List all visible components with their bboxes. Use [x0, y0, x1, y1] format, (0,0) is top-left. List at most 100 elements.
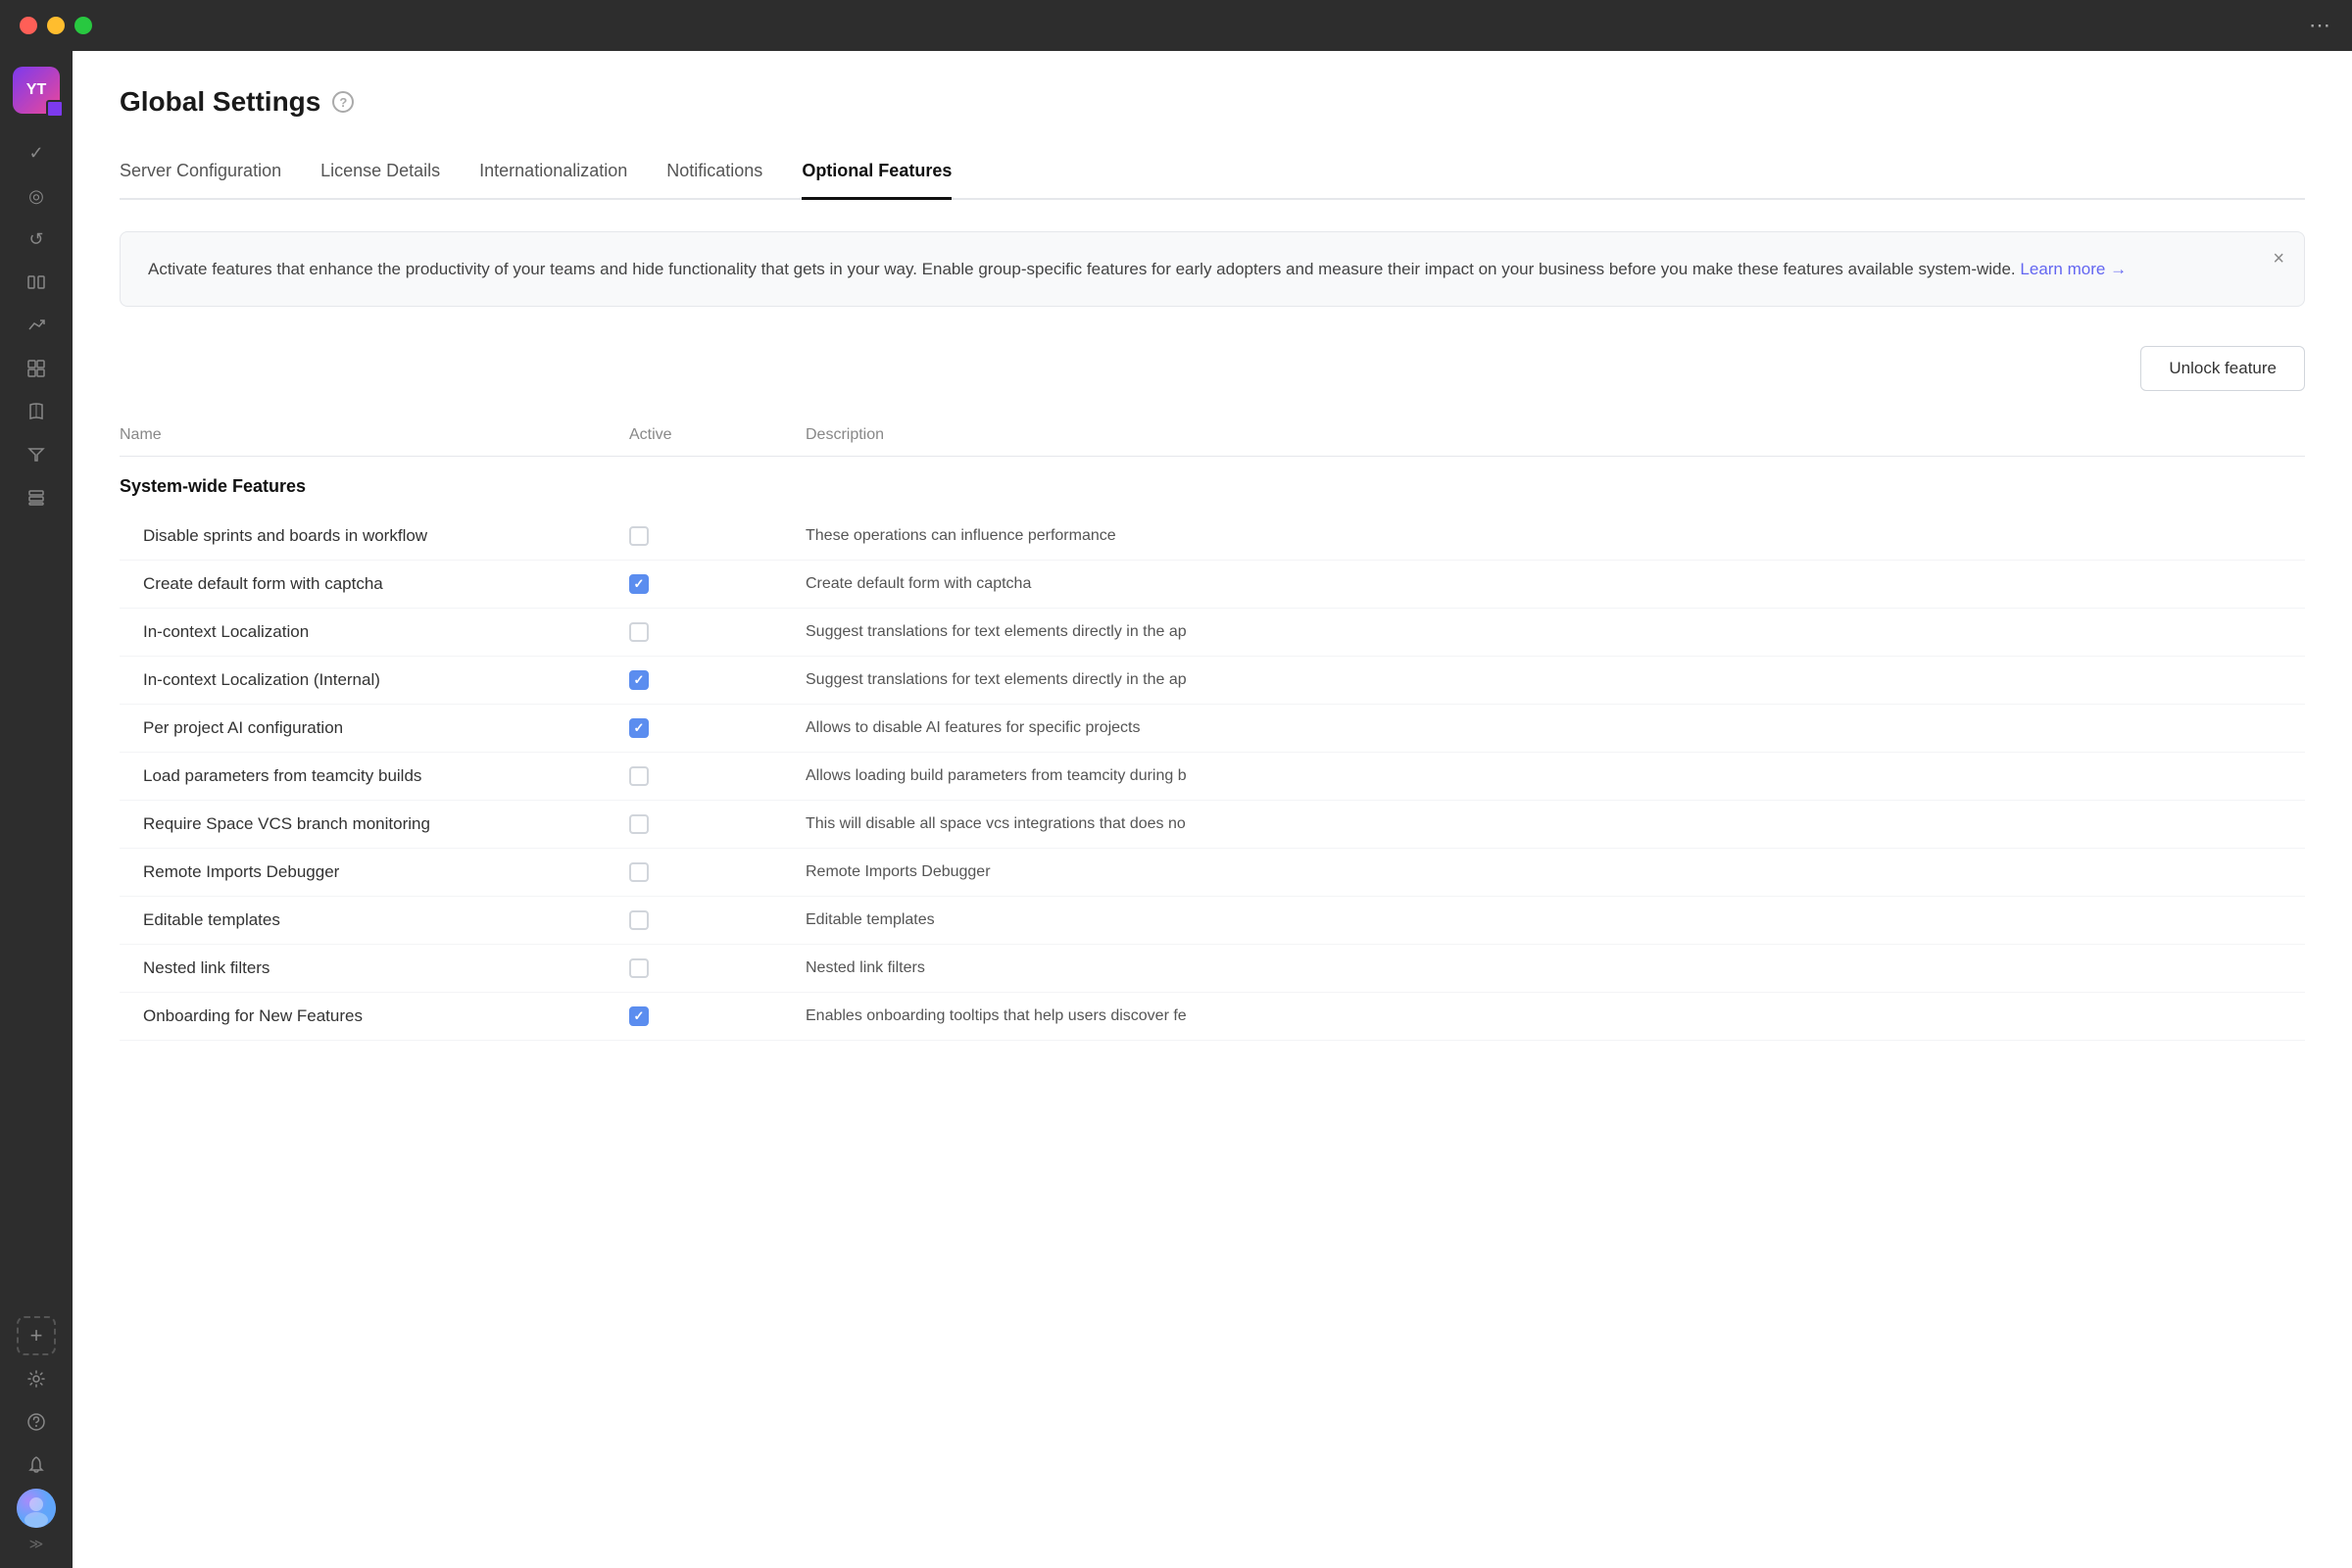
features-toolbar: Unlock feature — [120, 346, 2305, 391]
feature-active-cell — [629, 670, 806, 690]
feature-description: Remote Imports Debugger — [806, 863, 2305, 881]
feature-checkbox[interactable] — [629, 766, 649, 786]
feature-description: Allows loading build parameters from tea… — [806, 767, 2305, 785]
tab-license-details[interactable]: License Details — [320, 145, 440, 200]
sidebar-item-book[interactable] — [17, 392, 56, 431]
feature-checkbox[interactable] — [629, 526, 649, 546]
feature-checkbox[interactable] — [629, 670, 649, 690]
sidebar-item-grid[interactable] — [17, 349, 56, 388]
feature-name: Load parameters from teamcity builds — [120, 766, 629, 786]
feature-checkbox[interactable] — [629, 814, 649, 834]
feature-name: Per project AI configuration — [120, 718, 629, 738]
table-row: In-context Localization (Internal) Sugges… — [120, 657, 2305, 705]
app-logo[interactable]: YT — [13, 67, 60, 114]
info-banner-close-button[interactable]: × — [2273, 248, 2284, 270]
minimize-window-button[interactable] — [47, 17, 65, 34]
feature-active-cell — [629, 910, 806, 930]
col-header-active: Active — [629, 426, 806, 444]
main-content: Global Settings ? Server Configuration L… — [73, 51, 2352, 1568]
feature-description: This will disable all space vcs integrat… — [806, 815, 2305, 833]
feature-checkbox[interactable] — [629, 1006, 649, 1026]
col-header-description: Description — [806, 426, 2305, 444]
sidebar-item-columns[interactable] — [17, 263, 56, 302]
notifications-sidebar-icon[interactable] — [17, 1446, 56, 1485]
feature-checkbox[interactable] — [629, 718, 649, 738]
page-help-icon[interactable]: ? — [332, 91, 354, 113]
feature-active-cell — [629, 1006, 806, 1026]
sidebar-item-globe[interactable]: ◎ — [17, 176, 56, 216]
unlock-feature-button[interactable]: Unlock feature — [2140, 346, 2305, 391]
feature-name: Require Space VCS branch monitoring — [120, 814, 629, 834]
feature-active-cell — [629, 958, 806, 978]
info-banner: Activate features that enhance the produ… — [120, 231, 2305, 307]
table-row: Create default form with captcha Create d… — [120, 561, 2305, 609]
feature-checkbox[interactable] — [629, 622, 649, 642]
table-header: Name Active Description — [120, 415, 2305, 457]
page-title-area: Global Settings ? — [120, 86, 2305, 118]
feature-name: Disable sprints and boards in workflow — [120, 526, 629, 546]
feature-active-cell — [629, 526, 806, 546]
col-header-name: Name — [120, 426, 629, 444]
feature-rows-container: Disable sprints and boards in workflow Th… — [120, 513, 2305, 1041]
settings-tabs: Server Configuration License Details Int… — [120, 145, 2305, 200]
feature-description: Suggest translations for text elements d… — [806, 671, 2305, 689]
feature-active-cell — [629, 814, 806, 834]
feature-name: Create default form with captcha — [120, 574, 629, 594]
sidebar-item-chart[interactable] — [17, 306, 56, 345]
tab-server-configuration[interactable]: Server Configuration — [120, 145, 281, 200]
settings-icon[interactable] — [17, 1359, 56, 1398]
table-row: Per project AI configuration Allows to di… — [120, 705, 2305, 753]
help-sidebar-icon[interactable] — [17, 1402, 56, 1442]
table-row: Require Space VCS branch monitoring This … — [120, 801, 2305, 849]
table-row: Remote Imports Debugger Remote Imports De… — [120, 849, 2305, 897]
window-controls[interactable] — [20, 17, 92, 34]
feature-active-cell — [629, 862, 806, 882]
section-system-wide: System-wide Features — [120, 457, 2305, 513]
logo-text: YT — [26, 81, 46, 99]
feature-name: In-context Localization — [120, 622, 629, 642]
table-row: Onboarding for New Features Enables onboa… — [120, 993, 2305, 1041]
feature-description: Nested link filters — [806, 959, 2305, 977]
feature-checkbox[interactable] — [629, 958, 649, 978]
table-row: Disable sprints and boards in workflow Th… — [120, 513, 2305, 561]
feature-checkbox[interactable] — [629, 862, 649, 882]
info-banner-text: Activate features that enhance the produ… — [148, 260, 2016, 278]
page-title-text: Global Settings — [120, 86, 320, 118]
feature-description: Allows to disable AI features for specif… — [806, 719, 2305, 737]
sidebar: YT ✓ ◎ ↺ — [0, 51, 73, 1568]
feature-name: Nested link filters — [120, 958, 629, 978]
titlebar-menu-icon[interactable]: ⋯ — [2309, 13, 2332, 38]
add-project-button[interactable]: + — [17, 1316, 56, 1355]
tab-optional-features[interactable]: Optional Features — [802, 145, 952, 200]
feature-name: In-context Localization (Internal) — [120, 670, 629, 690]
feature-description: These operations can influence performan… — [806, 527, 2305, 545]
feature-description: Create default form with captcha — [806, 575, 2305, 593]
table-row: Nested link filters Nested link filters — [120, 945, 2305, 993]
table-row: Editable templates Editable templates — [120, 897, 2305, 945]
table-row: Load parameters from teamcity builds Allo… — [120, 753, 2305, 801]
maximize-window-button[interactable] — [74, 17, 92, 34]
feature-name: Remote Imports Debugger — [120, 862, 629, 882]
feature-checkbox[interactable] — [629, 574, 649, 594]
close-window-button[interactable] — [20, 17, 37, 34]
sidebar-item-check[interactable]: ✓ — [17, 133, 56, 172]
feature-description: Editable templates — [806, 911, 2305, 929]
sidebar-item-funnel[interactable] — [17, 435, 56, 474]
sidebar-item-history[interactable]: ↺ — [17, 220, 56, 259]
feature-active-cell — [629, 766, 806, 786]
feature-active-cell — [629, 622, 806, 642]
feature-active-cell — [629, 574, 806, 594]
user-avatar[interactable] — [17, 1489, 56, 1528]
tab-notifications[interactable]: Notifications — [666, 145, 762, 200]
feature-name: Editable templates — [120, 910, 629, 930]
feature-active-cell — [629, 718, 806, 738]
feature-checkbox[interactable] — [629, 910, 649, 930]
sidebar-item-layers[interactable] — [17, 478, 56, 517]
feature-name: Onboarding for New Features — [120, 1006, 629, 1026]
titlebar: ⋯ — [0, 0, 2352, 51]
tab-internationalization[interactable]: Internationalization — [479, 145, 627, 200]
table-row: In-context LocalizationSuggest translati… — [120, 609, 2305, 657]
feature-description: Enables onboarding tooltips that help us… — [806, 1007, 2305, 1025]
sidebar-expand-icon[interactable]: ≫ — [29, 1536, 44, 1552]
learn-more-link[interactable]: Learn more → — [2020, 260, 2127, 278]
